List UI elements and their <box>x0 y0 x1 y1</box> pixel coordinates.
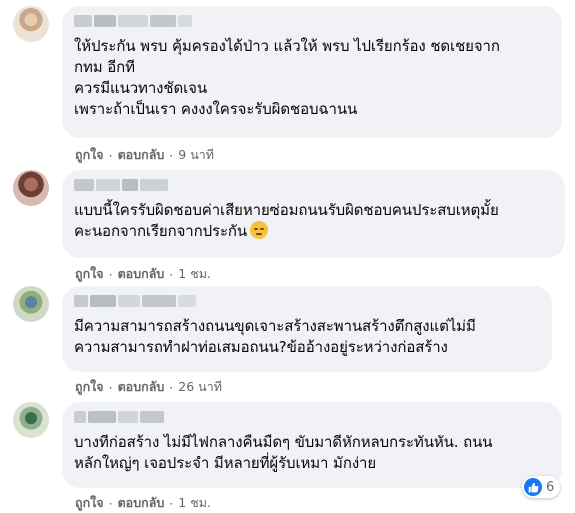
avatar[interactable] <box>13 170 49 206</box>
separator: · <box>108 495 113 511</box>
comment-actions: ถูกใจ · ตอบกลับ · 1 ชม. <box>75 264 211 284</box>
reply-link[interactable]: ตอบกลับ <box>118 493 165 513</box>
separator: · <box>169 147 174 163</box>
reply-link[interactable]: ตอบกลับ <box>118 377 165 397</box>
timestamp[interactable]: 9 นาที <box>178 145 214 165</box>
comment-actions: ถูกใจ · ตอบกลับ · 26 นาที <box>75 377 222 397</box>
avatar[interactable] <box>13 6 49 42</box>
separator: · <box>169 379 174 395</box>
reply-link[interactable]: ตอบกลับ <box>118 145 165 165</box>
author-name-blurred[interactable] <box>74 179 553 193</box>
author-name-blurred[interactable] <box>74 15 550 29</box>
comment-text-content: แบบนี้ใครรับผิดชอบค่าเสียหายซ่อมถนนรับผิ… <box>74 201 499 240</box>
separator: · <box>108 266 113 282</box>
like-link[interactable]: ถูกใจ <box>75 264 104 284</box>
timestamp[interactable]: 1 ชม. <box>178 264 211 284</box>
comment-bubble: ให้ประกัน พรบ คุ้มครองได้ป่าว แล้วให้ พร… <box>62 6 562 138</box>
separator: · <box>169 495 174 511</box>
like-link[interactable]: ถูกใจ <box>75 145 104 165</box>
downcast-face-emoji-icon <box>250 221 269 239</box>
separator: · <box>108 147 113 163</box>
separator: · <box>169 266 174 282</box>
comment-actions: ถูกใจ · ตอบกลับ · 9 นาที <box>75 145 214 165</box>
author-name-blurred[interactable] <box>74 411 550 425</box>
reply-link[interactable]: ตอบกลับ <box>118 264 165 284</box>
comment-bubble: บางทีก่อสร้าง ไม่มีไฟกลางคืนมืดๆ ขับมาดี… <box>62 402 562 488</box>
comment-text: ให้ประกัน พรบ คุ้มครองได้ป่าว แล้วให้ พร… <box>74 37 500 118</box>
reaction-count: 6 <box>546 479 555 495</box>
timestamp[interactable]: 1 ชม. <box>178 493 211 513</box>
comment-bubble: แบบนี้ใครรับผิดชอบค่าเสียหายซ่อมถนนรับผิ… <box>62 170 565 258</box>
reaction-count-badge[interactable]: 6 <box>522 476 561 498</box>
like-link[interactable]: ถูกใจ <box>75 493 104 513</box>
comment-text: บางทีก่อสร้าง ไม่มีไฟกลางคืนมืดๆ ขับมาดี… <box>74 433 493 472</box>
comment-text: มีความสามารถสร้างถนนขุดเจาะสร้างสะพานสร้… <box>74 317 476 356</box>
author-name-blurred[interactable] <box>74 295 540 309</box>
thumbs-up-icon <box>524 478 542 496</box>
comment-bubble: มีความสามารถสร้างถนนขุดเจาะสร้างสะพานสร้… <box>62 286 552 372</box>
comment-text: แบบนี้ใครรับผิดชอบค่าเสียหายซ่อมถนนรับผิ… <box>74 200 553 242</box>
avatar[interactable] <box>13 286 49 322</box>
timestamp[interactable]: 26 นาที <box>178 377 222 397</box>
comment-actions: ถูกใจ · ตอบกลับ · 1 ชม. <box>75 493 211 513</box>
avatar[interactable] <box>13 402 49 438</box>
separator: · <box>108 379 113 395</box>
like-link[interactable]: ถูกใจ <box>75 377 104 397</box>
